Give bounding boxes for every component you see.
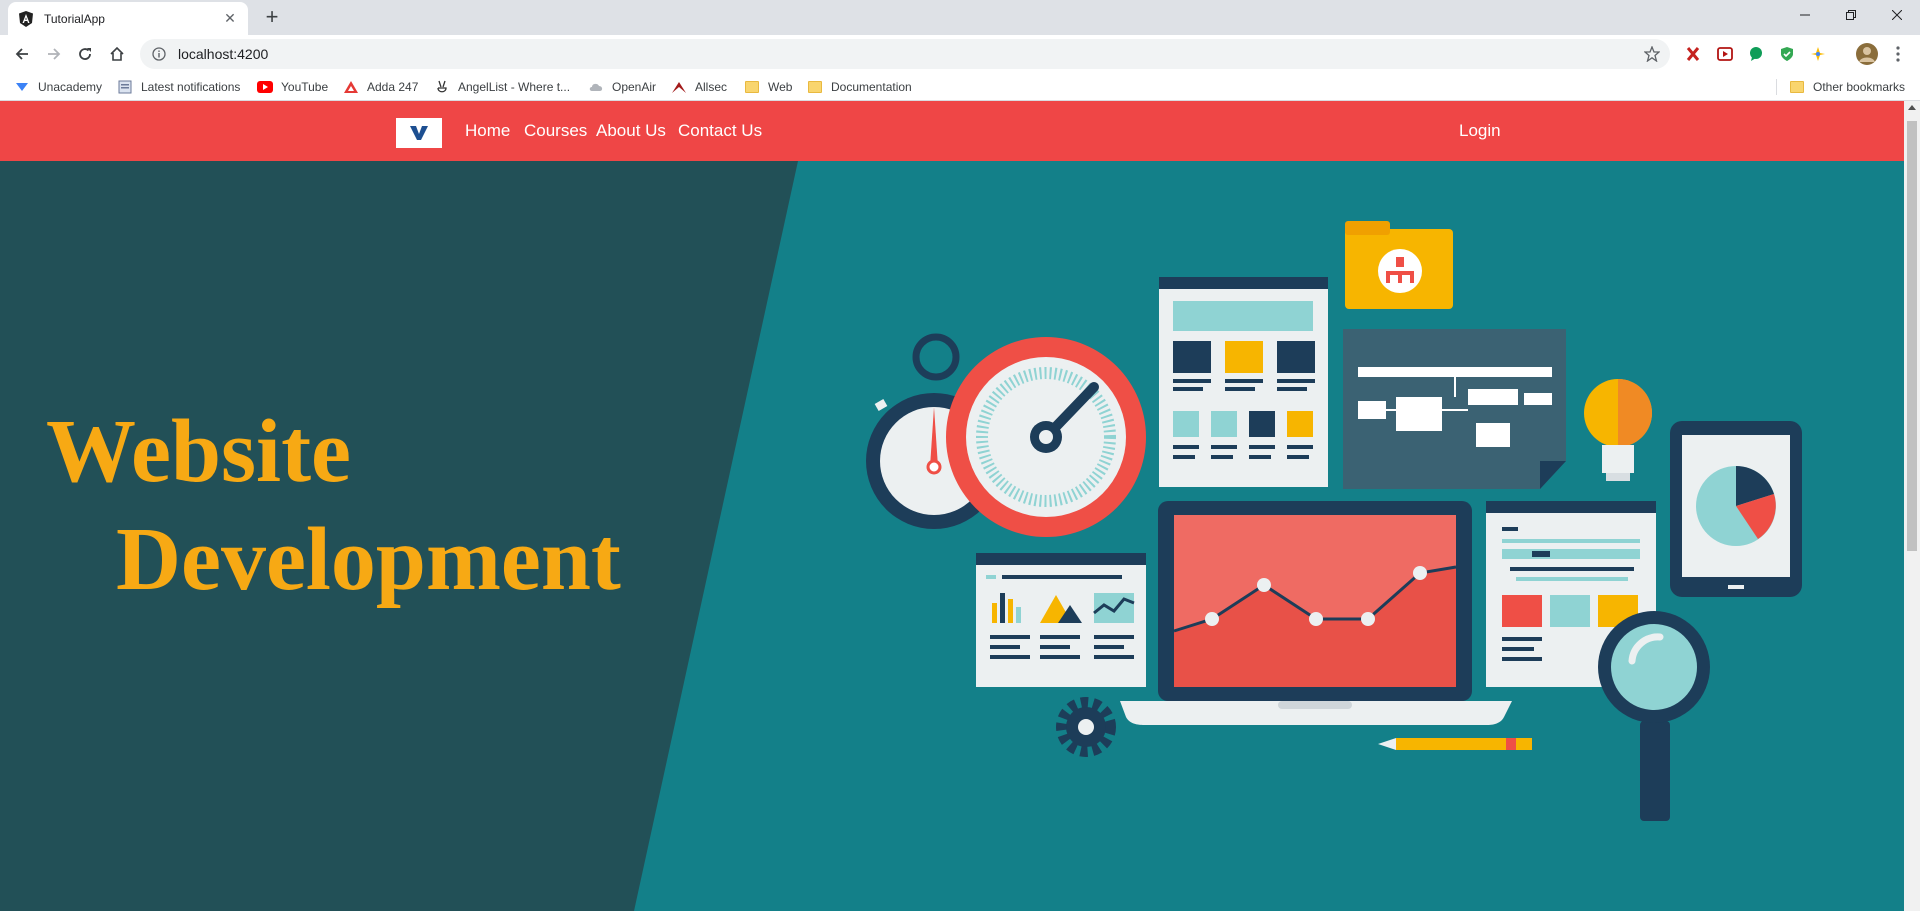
unacademy-icon (14, 79, 30, 95)
bookmark-label: Web (768, 80, 793, 94)
hero-title-line2: Development (116, 510, 621, 609)
extension-shield-icon[interactable] (1777, 44, 1797, 64)
folder-icon (744, 79, 760, 95)
nav-courses[interactable]: Courses (524, 121, 587, 141)
gear-graphic (1056, 697, 1116, 757)
bookmark-label: AngelList - Where t... (458, 80, 571, 94)
bookmark-allsec[interactable]: Allsec (671, 79, 727, 95)
bookmark-label: YouTube (281, 80, 329, 94)
bookmark-label: Allsec (695, 80, 728, 94)
logo-v-icon (410, 126, 428, 140)
back-button[interactable] (9, 41, 35, 67)
extension-green-icon[interactable] (1746, 44, 1766, 64)
bookmark-label: Documentation (831, 80, 912, 94)
bookmark-unacademy[interactable]: Unacademy (14, 79, 102, 95)
browser-menu-icon[interactable] (1888, 44, 1908, 64)
bookmark-folder-web[interactable]: Web (744, 79, 792, 95)
adda-icon (343, 79, 359, 95)
tab-title: TutorialApp (44, 11, 105, 26)
laptop-graphic (1120, 501, 1512, 725)
bookmark-label: Other bookmarks (1813, 80, 1906, 94)
folder-icon (1789, 79, 1805, 95)
tab-strip: TutorialApp ✕ + (0, 0, 1920, 35)
folder-graphic (1345, 221, 1453, 309)
openair-icon (588, 79, 604, 95)
bookmarks-divider (1776, 79, 1777, 95)
bookmark-label: Unacademy (38, 80, 103, 94)
angular-icon (19, 10, 33, 27)
login-link[interactable]: Login (1459, 121, 1501, 141)
restore-icon (1846, 10, 1856, 20)
bookmark-adda247[interactable]: Adda 247 (343, 79, 418, 95)
browser-tab[interactable]: TutorialApp ✕ (8, 2, 248, 35)
info-icon[interactable] (152, 47, 166, 61)
home-icon (110, 46, 124, 61)
tab-close-icon[interactable]: ✕ (222, 10, 238, 27)
scrollbar-thumb[interactable] (1907, 121, 1917, 551)
page-scrollbar[interactable] (1904, 101, 1920, 911)
document-graphic (1159, 277, 1328, 487)
extension-colorful-icon[interactable] (1808, 44, 1828, 64)
scroll-up-arrow-icon[interactable] (1908, 105, 1916, 110)
bookmark-folder-documentation[interactable]: Documentation (807, 79, 912, 95)
profile-avatar[interactable] (1855, 42, 1879, 66)
bookmark-folder-other[interactable]: Other bookmarks (1789, 79, 1905, 95)
browser-toolbar: localhost:4200 (0, 35, 1920, 73)
allsec-icon (671, 79, 687, 95)
reload-button[interactable] (72, 41, 98, 67)
site-logo[interactable] (396, 118, 442, 148)
extension-media-icon[interactable] (1715, 44, 1735, 64)
bookmark-label: Latest notifications (141, 80, 241, 94)
hero-title-line1: Website (46, 402, 351, 501)
lightbulb-graphic (1584, 379, 1652, 481)
new-tab-button[interactable]: + (260, 5, 284, 29)
notifications-icon (117, 79, 133, 95)
restore-button[interactable] (1828, 0, 1874, 30)
bookmark-youtube[interactable]: YouTube (257, 79, 328, 95)
angellist-icon (434, 79, 450, 95)
nav-home[interactable]: Home (465, 121, 510, 141)
chart-document-graphic (976, 553, 1146, 687)
bookmark-angellist[interactable]: AngelList - Where t... (434, 79, 570, 95)
reload-icon (79, 48, 91, 60)
bookmarks-bar: Unacademy Latest notifications YouTube A… (0, 73, 1920, 101)
bookmark-latest-notifications[interactable]: Latest notifications (117, 79, 240, 95)
magnifying-glass-graphic (1598, 611, 1710, 821)
youtube-icon (257, 79, 273, 95)
close-icon (1892, 10, 1902, 20)
bookmark-label: OpenAir (612, 80, 657, 94)
site-navbar: Home Courses About Us Contact Us Login (0, 101, 1904, 161)
back-arrow-icon (15, 48, 28, 60)
nav-about-us[interactable]: About Us (596, 121, 666, 141)
tablet-graphic (1670, 421, 1802, 597)
bookmark-openair[interactable]: OpenAir (588, 79, 656, 95)
close-window-button[interactable] (1874, 0, 1920, 30)
minimize-icon (1800, 14, 1810, 16)
home-button[interactable] (104, 41, 130, 67)
forward-button[interactable] (41, 41, 67, 67)
extension-x-icon[interactable] (1683, 44, 1703, 64)
bookmark-label: Adda 247 (367, 80, 419, 94)
address-bar[interactable]: localhost:4200 (140, 39, 1670, 69)
folder-icon (807, 79, 823, 95)
forward-arrow-icon (48, 48, 61, 60)
bookmark-star-icon[interactable] (1644, 46, 1660, 62)
nav-contact-us[interactable]: Contact Us (678, 121, 762, 141)
page-viewport: Website Development Home Courses About U… (0, 101, 1904, 911)
url-text: localhost:4200 (178, 46, 269, 62)
speedometer-graphic (946, 337, 1146, 537)
hero-section: Website Development (0, 161, 1904, 911)
minimize-button[interactable] (1782, 0, 1828, 30)
pencil-graphic (1378, 738, 1532, 750)
sitemap-graphic (1343, 329, 1566, 489)
